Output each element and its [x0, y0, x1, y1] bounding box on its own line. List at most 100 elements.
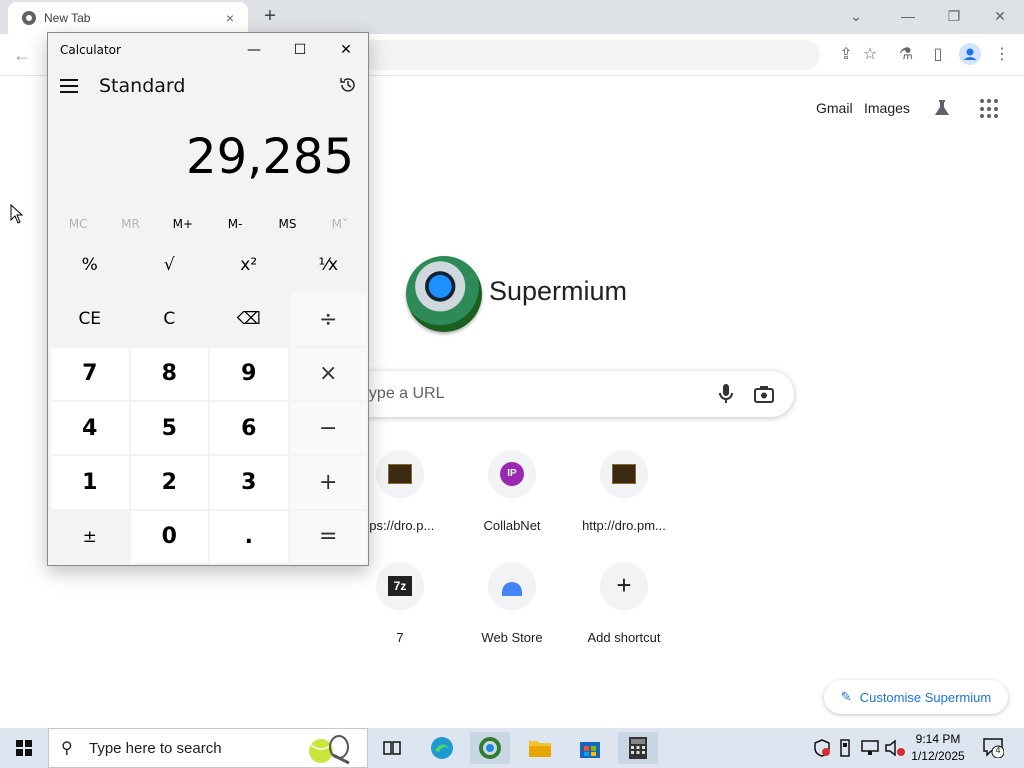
- labs-icon[interactable]: [932, 98, 952, 118]
- shortcut-tile[interactable]: IP CollabNet: [456, 450, 568, 560]
- add-shortcut-tile[interactable]: + Add shortcut: [568, 562, 680, 672]
- browser-menu-icon[interactable]: ⋮: [990, 43, 1014, 67]
- notification-count: 4: [995, 745, 1001, 755]
- square-key[interactable]: x²: [210, 239, 288, 292]
- image-search-camera-icon[interactable]: [754, 385, 774, 403]
- new-tab-button[interactable]: +: [258, 5, 282, 29]
- start-button[interactable]: [0, 728, 48, 768]
- hamburger-menu-icon[interactable]: [60, 79, 78, 93]
- mouse-cursor-icon: [10, 204, 24, 224]
- gmail-link[interactable]: Gmail: [816, 100, 853, 116]
- digit-4-key[interactable]: 4: [51, 401, 129, 455]
- tab-new-tab[interactable]: New Tab ×: [8, 2, 248, 34]
- back-arrow-icon[interactable]: ←: [10, 43, 34, 67]
- browser-restore-icon[interactable]: ❐: [934, 4, 974, 28]
- digit-2-key[interactable]: 2: [130, 456, 208, 509]
- calc-minimize-icon[interactable]: —: [234, 37, 274, 63]
- digit-1-key[interactable]: 1: [51, 456, 129, 509]
- browser-close-icon[interactable]: ✕: [980, 4, 1020, 28]
- sqrt-key[interactable]: √: [130, 239, 208, 292]
- shortcut-tile[interactable]: 7z 7: [344, 562, 456, 672]
- volume-muted-icon[interactable]: [884, 728, 906, 768]
- shortcut-label: Add shortcut: [587, 630, 661, 645]
- images-link[interactable]: Images: [864, 100, 910, 116]
- notification-center-icon[interactable]: 4: [982, 736, 1005, 759]
- digit-8-key[interactable]: 8: [130, 347, 208, 400]
- clear-entry-key[interactable]: CE: [51, 293, 129, 346]
- calculator-titlebar[interactable]: Calculator — ☐ ✕: [48, 33, 368, 67]
- calculator-taskbar-icon[interactable]: [618, 732, 658, 764]
- add-key[interactable]: +: [289, 456, 367, 509]
- supermium-logo: [406, 256, 482, 332]
- backspace-key[interactable]: ⌫: [210, 293, 288, 346]
- profile-avatar-icon[interactable]: [958, 43, 982, 67]
- shortcut-tile[interactable]: Web Store: [456, 562, 568, 672]
- tab-search-chevron-icon[interactable]: ⌄: [836, 4, 876, 28]
- ip-avatar-icon: IP: [500, 462, 524, 486]
- web-store-icon: [502, 582, 522, 596]
- history-icon[interactable]: [338, 75, 358, 95]
- divide-key[interactable]: ÷: [289, 293, 367, 346]
- customise-button[interactable]: ✎ Customise Supermium: [824, 680, 1008, 714]
- microsoft-store-icon[interactable]: [570, 732, 610, 764]
- digit-0-key[interactable]: 0: [130, 510, 208, 563]
- memory-button-4[interactable]: MS: [261, 211, 313, 237]
- bookmark-star-icon[interactable]: ☆: [858, 43, 882, 67]
- calculator-window: Calculator — ☐ ✕ Standard 29,285 MC MR M+ M…: [47, 32, 369, 566]
- shortcut-label: http://dro.pm...: [582, 518, 666, 533]
- clear-key[interactable]: C: [130, 293, 208, 346]
- browser-minimize-icon[interactable]: —: [888, 4, 928, 28]
- memory-button-1: MR: [121, 217, 140, 231]
- digit-9-key[interactable]: 9: [210, 347, 288, 400]
- shortcut-tile[interactable]: http://dro.pm...: [568, 450, 680, 560]
- windows-logo-icon: [16, 740, 32, 756]
- share-icon[interactable]: ⇪: [834, 43, 858, 67]
- memory-button-2[interactable]: M+: [157, 211, 209, 237]
- shortcut-label: CollabNet: [483, 518, 541, 533]
- chrome-favicon-icon: [22, 11, 36, 25]
- negate-key[interactable]: ±: [51, 510, 129, 563]
- digit-3-key[interactable]: 3: [210, 456, 288, 509]
- network-icon[interactable]: [860, 728, 880, 768]
- calculator-display: 29,285: [186, 129, 354, 185]
- labs-flask-icon[interactable]: ⚗: [894, 43, 918, 67]
- memory-button-0: MC: [68, 217, 88, 231]
- voice-search-icon[interactable]: [718, 383, 734, 405]
- multiply-key[interactable]: ×: [289, 347, 367, 400]
- decimal-key[interactable]: .: [210, 510, 288, 563]
- side-panel-icon[interactable]: ▯: [926, 43, 950, 67]
- 7zip-icon: 7z: [388, 576, 412, 596]
- tennis-ball-search-highlight-icon: [309, 735, 350, 765]
- file-explorer-icon[interactable]: [520, 732, 560, 764]
- google-apps-icon[interactable]: [980, 99, 1000, 119]
- equals-key[interactable]: =: [289, 510, 367, 563]
- digit-6-key[interactable]: 6: [210, 401, 288, 455]
- usb-device-icon[interactable]: [838, 728, 852, 768]
- task-view-icon[interactable]: [372, 732, 412, 764]
- calc-close-icon[interactable]: ✕: [326, 37, 366, 63]
- security-shield-icon[interactable]: [812, 728, 832, 768]
- digit-7-key[interactable]: 7: [51, 347, 129, 400]
- pencil-icon: ✎: [840, 689, 852, 704]
- clock-time: 9:14 PM: [915, 732, 961, 746]
- taskbar-search-box[interactable]: ⚲ Type here to search: [48, 728, 368, 768]
- tab-close-icon[interactable]: ×: [222, 10, 238, 26]
- supermium-taskbar-icon[interactable]: [470, 732, 510, 764]
- tab-strip: New Tab × + ⌄ — ❐ ✕: [0, 0, 1024, 34]
- digit-5-key[interactable]: 5: [130, 401, 208, 455]
- taskbar: ⚲ Type here to search 9:14 PM 1/12/2025 …: [0, 728, 1024, 768]
- percent-key[interactable]: %: [51, 239, 129, 292]
- address-bar[interactable]: [360, 40, 820, 70]
- brand-name: Supermium: [489, 276, 628, 306]
- subtract-key[interactable]: −: [289, 401, 367, 455]
- edge-browser-icon[interactable]: [422, 732, 462, 764]
- thumbnail-icon: [612, 464, 636, 484]
- calc-maximize-icon[interactable]: ☐: [280, 37, 320, 63]
- reciprocal-key[interactable]: ¹⁄x: [289, 239, 367, 292]
- shortcut-label: 7: [396, 630, 404, 645]
- clock-date: 1/12/2025: [911, 749, 965, 763]
- calculator-mode: Standard: [99, 75, 186, 97]
- search-box[interactable]: gle or type a URL: [300, 371, 794, 417]
- taskbar-clock[interactable]: 9:14 PM 1/12/2025: [908, 731, 968, 765]
- memory-button-3[interactable]: M-: [209, 211, 261, 237]
